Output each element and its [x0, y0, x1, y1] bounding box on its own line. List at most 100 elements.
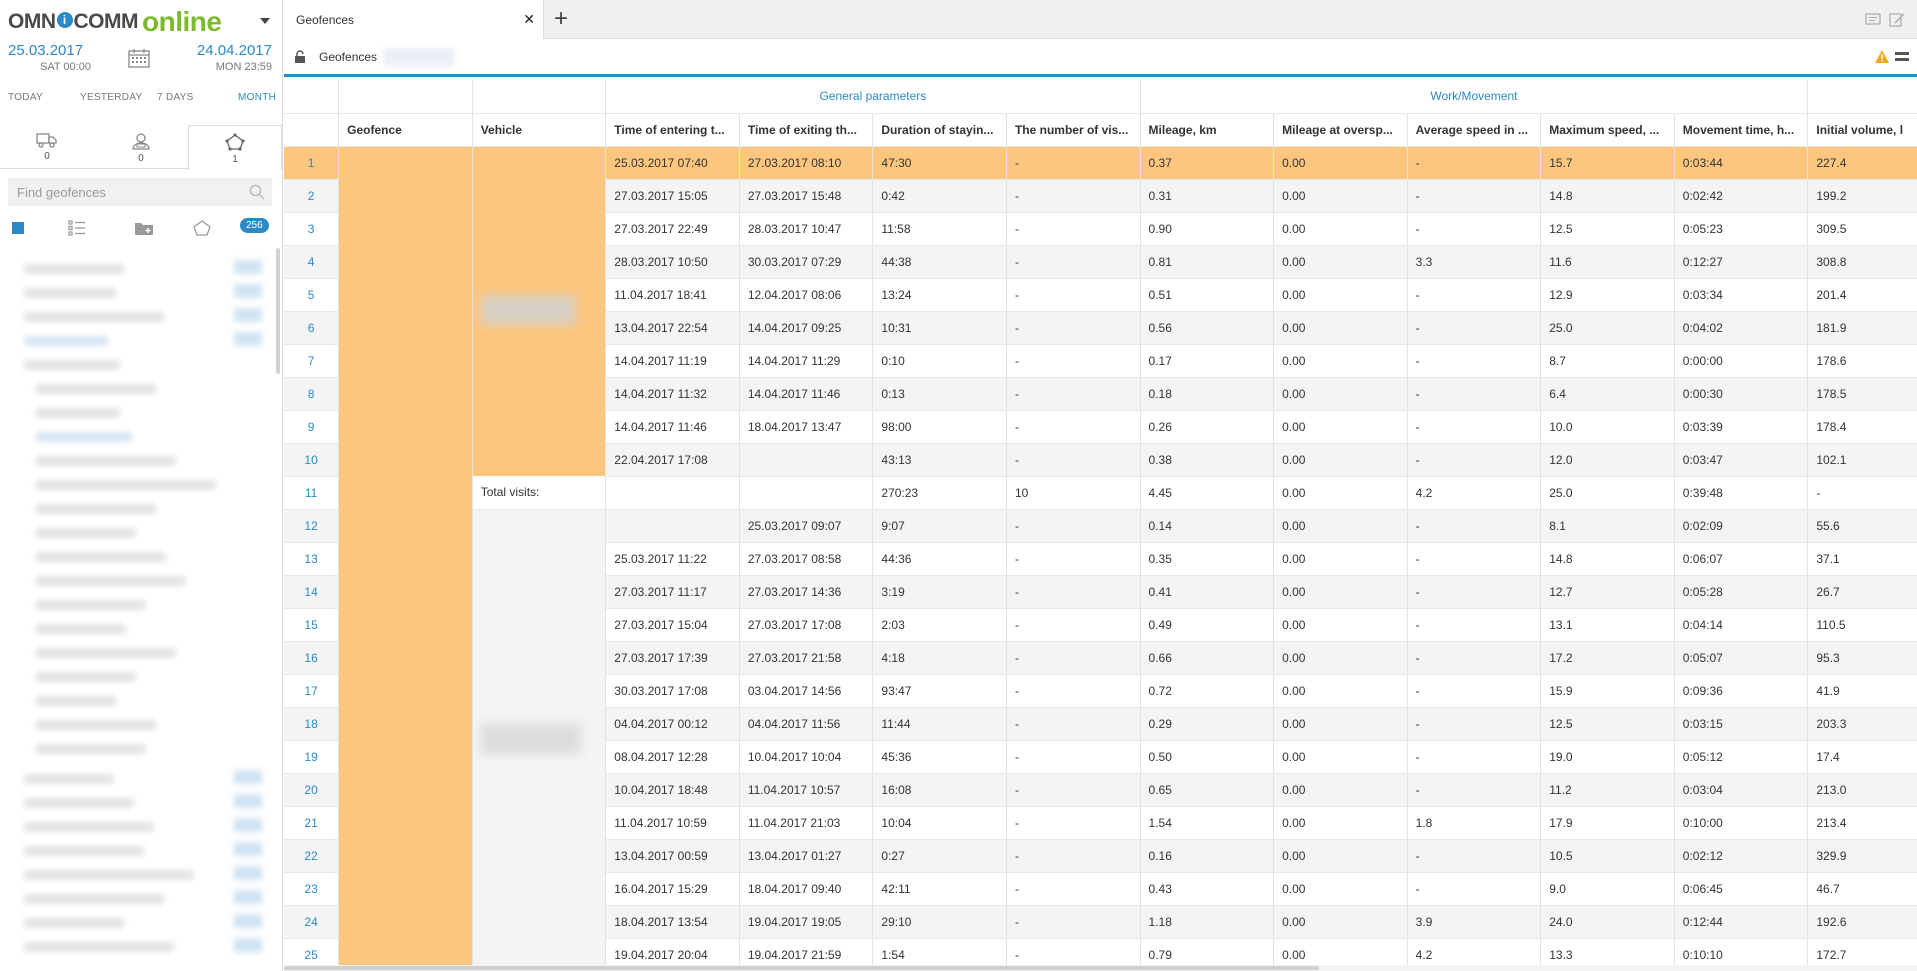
- row-number[interactable]: 12: [284, 509, 340, 543]
- tab-geofences[interactable]: 1: [188, 125, 282, 170]
- warning-icon[interactable]: [1875, 50, 1889, 63]
- row-number[interactable]: 16: [284, 641, 340, 675]
- table-row[interactable]: 11 Total visits: 270:23 10 4.45 0.00 4.2 25.0 0:…: [284, 476, 1917, 510]
- list-item[interactable]: [36, 672, 136, 682]
- row-number[interactable]: 23: [284, 872, 340, 906]
- row-number[interactable]: 21: [284, 806, 340, 840]
- add-tab-icon[interactable]: +: [554, 6, 568, 32]
- list-item[interactable]: [24, 360, 120, 370]
- period-today[interactable]: TODAY: [8, 92, 43, 103]
- row-number[interactable]: 9: [284, 410, 340, 444]
- list-item[interactable]: [24, 870, 194, 880]
- list-item[interactable]: [36, 648, 176, 658]
- tab-geofences-report[interactable]: Geofences ✕: [284, 0, 544, 40]
- table-row[interactable]: 1 25.03.2017 07:40 27.03.2017 08:10 47:30-0…: [284, 146, 1917, 971]
- list-item[interactable]: [24, 798, 134, 808]
- row-number[interactable]: 22: [284, 839, 340, 873]
- row-number[interactable]: 4: [284, 245, 340, 279]
- column-header-geofence[interactable]: Geofence: [338, 113, 473, 147]
- row-number[interactable]: 20: [284, 773, 340, 807]
- list-item[interactable]: [36, 552, 166, 562]
- list-item[interactable]: [36, 480, 216, 490]
- sidebar-scrollbar[interactable]: [276, 248, 280, 374]
- table-row[interactable]: 12 25.03.2017 09:07 9:07-0.14 0.00-8.1 0:02:…: [284, 509, 1917, 971]
- list-item[interactable]: [24, 918, 124, 928]
- column-header-movement-time[interactable]: Movement time, h...: [1674, 113, 1809, 147]
- column-header-maximum-speed[interactable]: Maximum speed, ...: [1540, 113, 1675, 147]
- edit-icon[interactable]: [1889, 13, 1905, 27]
- period-month[interactable]: MONTH: [238, 92, 276, 103]
- vehicle-cell[interactable]: [472, 146, 607, 476]
- period-7-days[interactable]: 7 DAYS: [157, 92, 194, 103]
- list-item[interactable]: [36, 504, 156, 514]
- list-item[interactable]: [24, 894, 164, 904]
- row-number[interactable]: 3: [284, 212, 340, 246]
- column-header-average-speed[interactable]: Average speed in ...: [1407, 113, 1542, 147]
- column-header-time-exiting[interactable]: Time of exiting th...: [739, 113, 874, 147]
- row-number[interactable]: 24: [284, 905, 340, 939]
- column-header-duration[interactable]: Duration of stayin...: [872, 113, 1007, 147]
- row-number[interactable]: 6: [284, 311, 340, 345]
- column-header-mileage-overspeed[interactable]: Mileage at oversp...: [1273, 113, 1408, 147]
- column-header-vehicle[interactable]: Vehicle: [472, 113, 607, 147]
- list-item[interactable]: [24, 288, 116, 298]
- row-number[interactable]: 19: [284, 740, 340, 774]
- close-icon[interactable]: ✕: [523, 11, 535, 28]
- tab-drivers[interactable]: 0: [94, 125, 188, 169]
- vehicle-cell[interactable]: [472, 509, 607, 971]
- column-header-visits[interactable]: The number of vis...: [1006, 113, 1141, 147]
- list-item[interactable]: [36, 624, 126, 634]
- row-number[interactable]: 1: [284, 146, 340, 180]
- row-number[interactable]: 18: [284, 707, 340, 741]
- brand-logo[interactable]: OMN i COMM online: [8, 6, 222, 37]
- list-item[interactable]: [24, 822, 154, 832]
- list-item[interactable]: [24, 264, 124, 274]
- lock-icon[interactable]: [294, 50, 306, 64]
- row-number[interactable]: 15: [284, 608, 340, 642]
- column-header-mileage[interactable]: Mileage, km: [1140, 113, 1275, 147]
- list-item[interactable]: [24, 774, 114, 784]
- list-item[interactable]: [36, 600, 146, 610]
- list-item[interactable]: [24, 336, 108, 346]
- geofence-cell[interactable]: [338, 146, 473, 971]
- chat-icon[interactable]: [1865, 13, 1881, 27]
- row-number[interactable]: 17: [284, 674, 340, 708]
- list-item[interactable]: [36, 696, 116, 706]
- date-from[interactable]: 25.03.2017 SAT 00:00: [8, 42, 91, 73]
- row-number[interactable]: 7: [284, 344, 340, 378]
- date-to[interactable]: 24.04.2017 MON 23:59: [197, 42, 272, 73]
- list-item[interactable]: [24, 942, 174, 952]
- column-header-time-entering[interactable]: Time of entering t...: [605, 113, 740, 147]
- period-yesterday[interactable]: YESTERDAY: [80, 92, 143, 103]
- row-number[interactable]: 13: [284, 542, 340, 576]
- list-item[interactable]: [36, 408, 120, 418]
- horizontal-scrollbar-thumb[interactable]: [284, 966, 1319, 970]
- geofence-create-icon[interactable]: [193, 220, 211, 236]
- column-header-initial-volume[interactable]: Initial volume, l: [1807, 113, 1917, 147]
- calendar-icon[interactable]: [128, 48, 150, 68]
- list-item[interactable]: [36, 744, 146, 754]
- row-number[interactable]: 5: [284, 278, 340, 312]
- list-item[interactable]: [36, 720, 156, 730]
- list-view-icon[interactable]: [68, 220, 86, 236]
- menu-icon[interactable]: [1895, 51, 1909, 63]
- list-item[interactable]: [24, 846, 144, 856]
- row-number[interactable]: 14: [284, 575, 340, 609]
- list-item[interactable]: [36, 528, 136, 538]
- list-item[interactable]: [36, 432, 132, 442]
- search-input[interactable]: [8, 178, 238, 206]
- list-item[interactable]: [36, 456, 176, 466]
- row-number[interactable]: 10: [284, 443, 340, 477]
- select-all-icon[interactable]: [11, 221, 25, 235]
- tab-vehicles[interactable]: 0: [0, 125, 94, 169]
- row-number[interactable]: 8: [284, 377, 340, 411]
- list-item[interactable]: [36, 576, 186, 586]
- list-item[interactable]: [24, 312, 164, 322]
- horizontal-scrollbar[interactable]: [284, 965, 1917, 971]
- folder-add-icon[interactable]: [134, 220, 154, 236]
- row-number[interactable]: 2: [284, 179, 340, 213]
- row-number[interactable]: 11: [284, 476, 340, 510]
- search-icon[interactable]: [249, 184, 265, 200]
- chevron-down-icon[interactable]: [260, 18, 270, 24]
- list-item[interactable]: [36, 384, 156, 394]
